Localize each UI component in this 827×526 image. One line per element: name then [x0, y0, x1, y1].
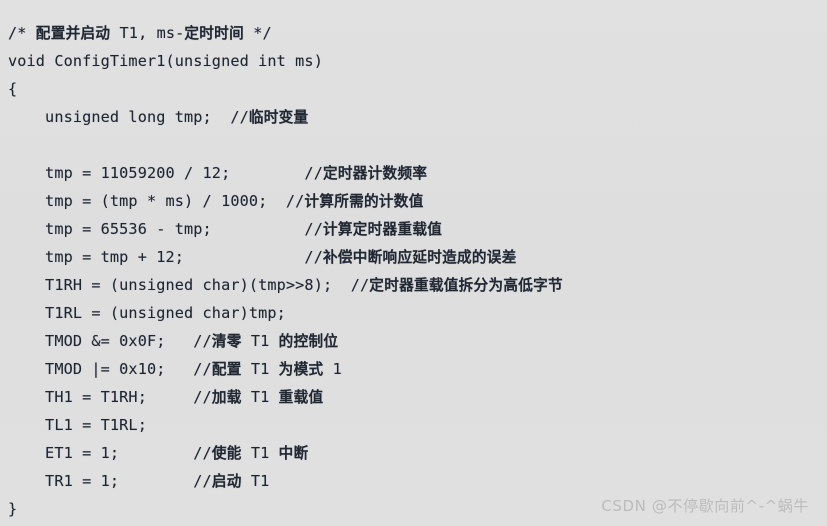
cjk-text-run: 清零 — [211, 333, 242, 350]
ascii-text-run: T1RH = (unsigned char)(tmp>>8); // — [8, 276, 370, 294]
ascii-text-run: TR1 = 1; // — [8, 472, 212, 490]
code-line: TH1 = T1RH; //加载 T1 重载值 — [8, 383, 827, 411]
code-line: T1RL = (unsigned char)tmp; — [8, 299, 827, 327]
code-line: { — [8, 75, 827, 103]
ascii-text-run: TMOD |= 0x10; // — [8, 360, 212, 378]
code-line: /* 配置并启动 T1, ms-定时时间 */ — [8, 19, 827, 47]
ascii-text-run: { — [8, 80, 18, 98]
cjk-text-run: 临时变量 — [248, 109, 309, 126]
ascii-text-run: T1RL = (unsigned char)tmp; — [8, 304, 286, 322]
code-line: tmp = 65536 - tmp; //计算定时器重载值 — [8, 215, 827, 243]
code-line: TR1 = 1; //启动 T1 — [8, 467, 827, 495]
ascii-text-run: tmp = 65536 - tmp; // — [8, 220, 323, 238]
code-line: void ConfigTimer1(unsigned int ms) — [8, 47, 827, 75]
ascii-text-run: tmp = 11059200 / 12; // — [8, 164, 323, 182]
ascii-text-run: TH1 = T1RH; // — [8, 388, 212, 406]
cjk-text-run: 为模式 — [278, 361, 324, 378]
ascii-text-run: T1 — [241, 472, 270, 490]
cjk-text-run: 补偿中断响应延时造成的误差 — [322, 249, 517, 266]
code-screenshot: /* 配置并启动 T1, ms-定时时间 */ void ConfigTimer1… — [0, 0, 827, 526]
cjk-text-run: 的控制位 — [278, 333, 339, 350]
ascii-text-run: } — [8, 500, 18, 518]
ascii-text-run: TMOD &= 0x0F; // — [8, 332, 212, 350]
cjk-text-run: 重载值 — [278, 389, 324, 406]
cjk-text-run: 中断 — [278, 445, 309, 462]
cjk-text-run: 配置 — [211, 361, 242, 378]
ascii-text-run: T1, ms- — [110, 24, 185, 42]
cjk-text-run: 定时器计数频率 — [322, 165, 428, 182]
csdn-watermark: CSDN @不停歇向前^-^蜗牛 — [601, 497, 809, 515]
code-line: T1RH = (unsigned char)(tmp>>8); //定时器重载值… — [8, 271, 827, 299]
code-line: TMOD |= 0x10; //配置 T1 为模式 1 — [8, 355, 827, 383]
cjk-text-run: 计算定时器重载值 — [322, 221, 443, 238]
code-block: /* 配置并启动 T1, ms-定时时间 */ void ConfigTimer1… — [0, 13, 827, 523]
cjk-text-run: 定时时间 — [184, 25, 244, 42]
ascii-text-run: 1 — [323, 360, 342, 378]
cjk-text-run: 定时器重载值拆分为高低字节 — [369, 277, 563, 294]
ascii-text-run: tmp = tmp + 12; // — [8, 248, 323, 266]
cjk-text-run: 使能 — [211, 445, 242, 462]
ascii-text-run: T1 — [241, 332, 279, 350]
ascii-text-run: T1 — [241, 444, 279, 462]
code-line: tmp = (tmp * ms) / 1000; //计算所需的计数值 — [8, 187, 827, 215]
code-line: tmp = tmp + 12; //补偿中断响应延时造成的误差 — [8, 243, 827, 271]
cjk-text-run: 加载 — [211, 389, 242, 406]
cjk-text-run: 计算所需的计数值 — [304, 193, 424, 210]
ascii-text-run: T1 — [241, 360, 279, 378]
code-line: unsigned long tmp; //临时变量 — [8, 103, 827, 131]
ascii-text-run: unsigned long tmp; // — [8, 108, 249, 126]
code-line: ET1 = 1; //使能 T1 中断 — [8, 439, 827, 467]
cjk-text-run: 启动 — [211, 473, 242, 490]
ascii-text-run: tmp = (tmp * ms) / 1000; // — [8, 192, 305, 210]
ascii-text-run: */ — [243, 24, 272, 42]
ascii-text-run: TL1 = T1RL; — [8, 416, 147, 434]
ascii-text-run: ET1 = 1; // — [8, 444, 212, 462]
ascii-text-run: void ConfigTimer1(unsigned int ms) — [8, 52, 323, 70]
cjk-text-run: 配置并启动 — [35, 25, 111, 42]
code-line: TL1 = T1RL; — [8, 411, 827, 439]
code-line: TMOD &= 0x0F; //清零 T1 的控制位 — [8, 327, 827, 355]
ascii-text-run: T1 — [241, 388, 279, 406]
ascii-text-run: /* — [8, 24, 36, 42]
code-line: tmp = 11059200 / 12; //定时器计数频率 — [8, 159, 827, 187]
